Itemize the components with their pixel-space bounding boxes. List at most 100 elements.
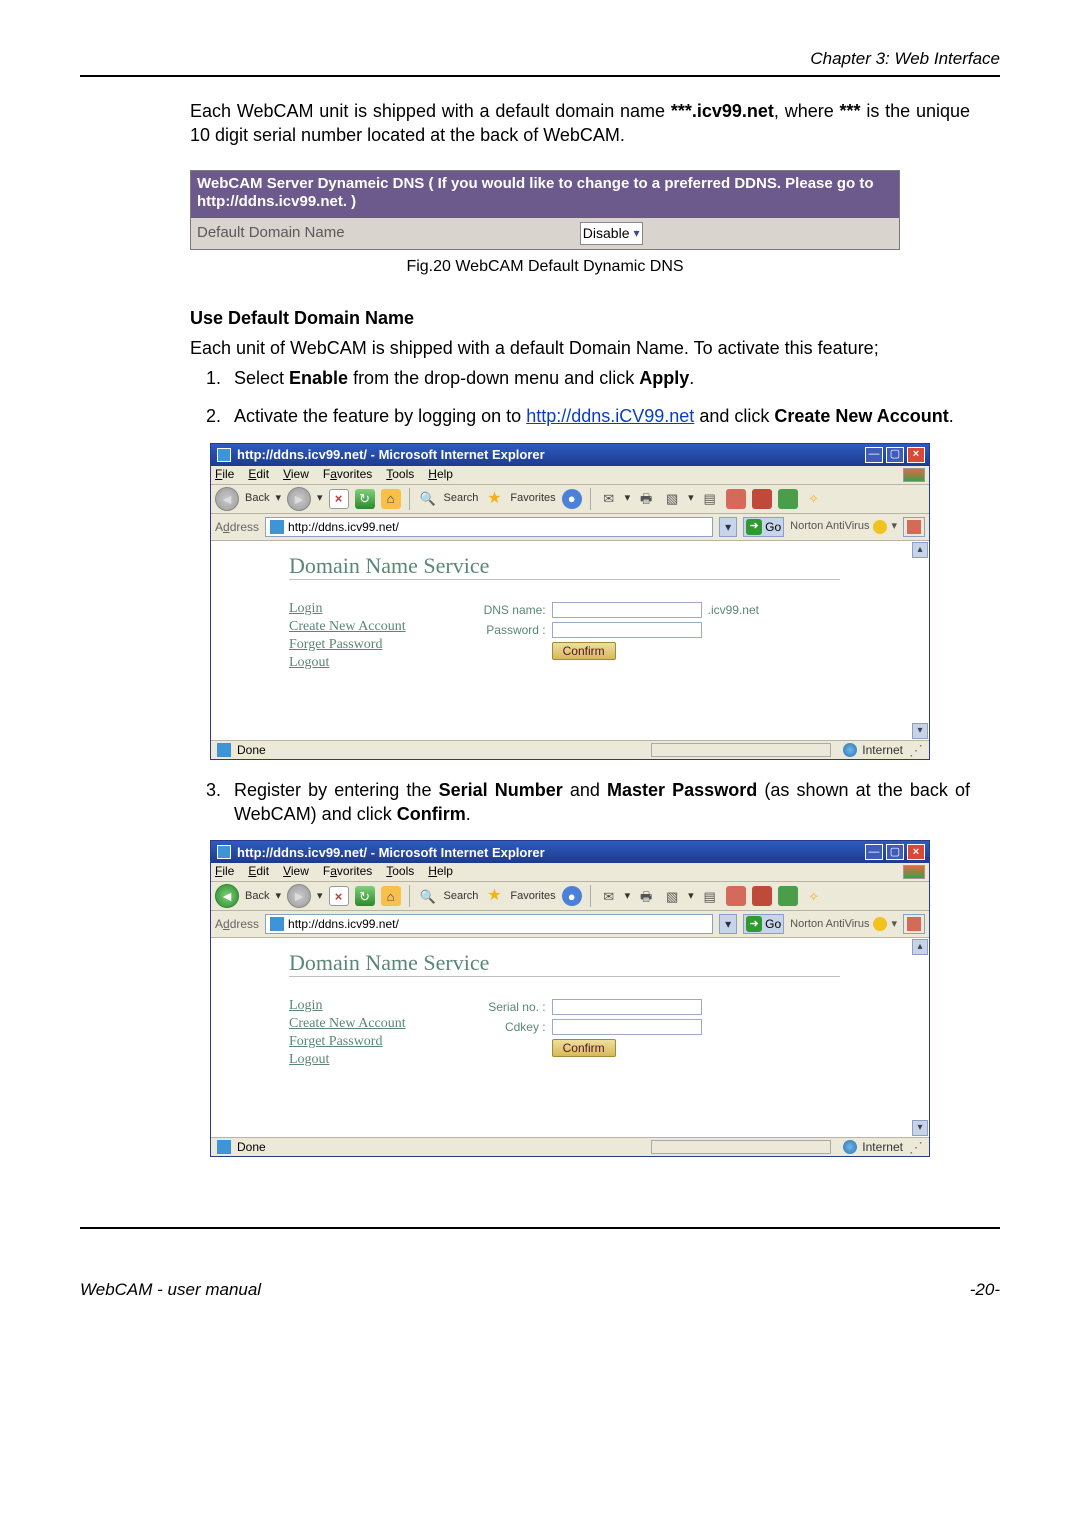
- menu-edit[interactable]: Edit: [248, 865, 269, 879]
- scroll-up-icon[interactable]: ▴: [912, 542, 928, 558]
- resize-grip-icon[interactable]: ⋰: [909, 744, 923, 756]
- ie-content-area: ▴ Domain Name Service Login Create New A…: [211, 541, 929, 741]
- menu-favorites[interactable]: Favorites: [323, 865, 372, 879]
- address-chevron-down-icon[interactable]: ▾: [719, 914, 737, 934]
- toolbar-history-icon[interactable]: ●: [562, 489, 582, 509]
- ie-page-icon: [217, 743, 231, 757]
- dns-link-login[interactable]: Login: [289, 999, 406, 1013]
- confirm-button[interactable]: Confirm: [552, 1039, 616, 1057]
- menu-file[interactable]: File: [215, 468, 234, 482]
- toolbar-extra-1-icon[interactable]: [726, 489, 746, 509]
- menu-tools[interactable]: Tools: [386, 865, 414, 879]
- toolbar-back[interactable]: ◄: [215, 884, 239, 908]
- toolbar-edit-icon[interactable]: ▧: [662, 886, 682, 906]
- toolbar-stop-icon[interactable]: ×: [329, 489, 349, 509]
- menu-help[interactable]: Help: [428, 865, 453, 879]
- toolbar-home-icon[interactable]: ⌂: [381, 886, 401, 906]
- toolbar-extra-1-icon[interactable]: [726, 886, 746, 906]
- toolbar-extra-2-icon[interactable]: [752, 886, 772, 906]
- menu-edit[interactable]: Edit: [248, 468, 269, 482]
- step-2: 2. Activate the feature by logging on to…: [206, 404, 970, 428]
- window-maximize[interactable]: ▢: [886, 447, 904, 463]
- toolbar-home-icon[interactable]: ⌂: [381, 489, 401, 509]
- dns-link-forget[interactable]: Forget Password: [289, 638, 406, 652]
- toolbar-extra-3-icon[interactable]: ✧: [804, 489, 824, 509]
- toolbar-mail-icon[interactable]: ✉: [599, 886, 619, 906]
- cdkey-input[interactable]: [552, 1019, 702, 1035]
- dns-link-logout[interactable]: Logout: [289, 656, 406, 670]
- address-field[interactable]: http://ddns.icv99.net/: [265, 914, 713, 934]
- menu-view[interactable]: View: [283, 865, 309, 879]
- toolbar-history-icon[interactable]: ●: [562, 886, 582, 906]
- toolbar-extra-2-icon[interactable]: [752, 489, 772, 509]
- toolbar-favorites-icon[interactable]: ★: [484, 886, 504, 906]
- ie-menubar: File Edit View Favorites Tools Help: [211, 863, 929, 882]
- toolbar-extra-3-icon[interactable]: ✧: [804, 886, 824, 906]
- toolbar-print-icon[interactable]: 🖶: [636, 489, 656, 509]
- confirm-button[interactable]: Confirm: [552, 642, 616, 660]
- links-icon: [907, 520, 921, 534]
- window-maximize[interactable]: ▢: [886, 844, 904, 860]
- menu-favorites[interactable]: Favorites: [323, 468, 372, 482]
- address-go-button[interactable]: ➜Go: [743, 914, 784, 934]
- links-button[interactable]: [903, 517, 925, 537]
- toolbar-edit-icon[interactable]: ▧: [662, 489, 682, 509]
- toolbar-messenger-icon[interactable]: [778, 489, 798, 509]
- window-close[interactable]: ×: [907, 844, 925, 860]
- ie-address-bar: Address http://ddns.icv99.net/ ▾ ➜Go Nor…: [211, 514, 929, 541]
- menu-view[interactable]: View: [283, 468, 309, 482]
- toolbar-search-icon[interactable]: 🔍: [418, 886, 438, 906]
- scroll-down-icon[interactable]: ▾: [912, 1120, 928, 1136]
- toolbar-mail-icon[interactable]: ✉: [599, 489, 619, 509]
- ie-window-2: http://ddns.icv99.net/ - Microsoft Inter…: [210, 840, 930, 1157]
- menu-tools[interactable]: Tools: [386, 468, 414, 482]
- ddns-default-domain-label: Default Domain Name: [197, 223, 580, 243]
- dns-name-input[interactable]: [552, 602, 702, 618]
- scroll-down-icon[interactable]: ▾: [912, 723, 928, 739]
- norton-antivirus-button[interactable]: Norton AntiVirus▾: [790, 520, 897, 534]
- norton-antivirus-button[interactable]: Norton AntiVirus▾: [790, 917, 897, 931]
- address-go-button[interactable]: ➜Go: [743, 517, 784, 537]
- dns-link-create[interactable]: Create New Account: [289, 1017, 406, 1031]
- progress-bar: [651, 1140, 831, 1154]
- dns-title: Domain Name Service: [289, 555, 840, 580]
- toolbar-search-icon[interactable]: 🔍: [418, 489, 438, 509]
- toolbar-back[interactable]: ◄: [215, 487, 239, 511]
- ddns-link[interactable]: http://ddns.iCV99.net: [526, 406, 694, 426]
- window-minimize[interactable]: —: [865, 844, 883, 860]
- dns-link-forget[interactable]: Forget Password: [289, 1035, 406, 1049]
- password-input[interactable]: [552, 622, 702, 638]
- serial-input[interactable]: [552, 999, 702, 1015]
- section-heading: Use Default Domain Name: [190, 306, 1000, 330]
- dns-link-create[interactable]: Create New Account: [289, 620, 406, 634]
- window-minimize[interactable]: —: [865, 447, 883, 463]
- dns-link-logout[interactable]: Logout: [289, 1053, 406, 1067]
- address-field[interactable]: http://ddns.icv99.net/: [265, 517, 713, 537]
- address-chevron-down-icon[interactable]: ▾: [719, 517, 737, 537]
- ie-page-icon: [270, 520, 284, 534]
- zone-indicator: Internet: [843, 743, 903, 757]
- ddns-default-domain-select[interactable]: Disable▾: [580, 222, 643, 245]
- toolbar-forward[interactable]: ►: [287, 884, 311, 908]
- toolbar-favorites-icon[interactable]: ★: [484, 489, 504, 509]
- toolbar-discuss-icon[interactable]: ▤: [700, 886, 720, 906]
- toolbar-forward[interactable]: ►: [287, 487, 311, 511]
- intro-paragraph: Each WebCAM unit is shipped with a defau…: [190, 99, 970, 148]
- scroll-up-icon[interactable]: ▴: [912, 939, 928, 955]
- window-close[interactable]: ×: [907, 447, 925, 463]
- menu-file[interactable]: File: [215, 865, 234, 879]
- dns-link-login[interactable]: Login: [289, 602, 406, 616]
- ddns-title-link[interactable]: http://ddns.icv99.net.: [197, 193, 347, 210]
- toolbar-refresh-icon[interactable]: ↻: [355, 489, 375, 509]
- toolbar-stop-icon[interactable]: ×: [329, 886, 349, 906]
- menu-help[interactable]: Help: [428, 468, 453, 482]
- toolbar-refresh-icon[interactable]: ↻: [355, 886, 375, 906]
- ie-menubar: File Edit View Favorites Tools Help: [211, 466, 929, 485]
- resize-grip-icon[interactable]: ⋰: [909, 1141, 923, 1153]
- toolbar-discuss-icon[interactable]: ▤: [700, 489, 720, 509]
- links-button[interactable]: [903, 914, 925, 934]
- toolbar-print-icon[interactable]: 🖶: [636, 886, 656, 906]
- footer-manual: WebCAM - user manual: [80, 1279, 261, 1302]
- dns-sidebar-links: Login Create New Account Forget Password…: [289, 602, 406, 674]
- toolbar-messenger-icon[interactable]: [778, 886, 798, 906]
